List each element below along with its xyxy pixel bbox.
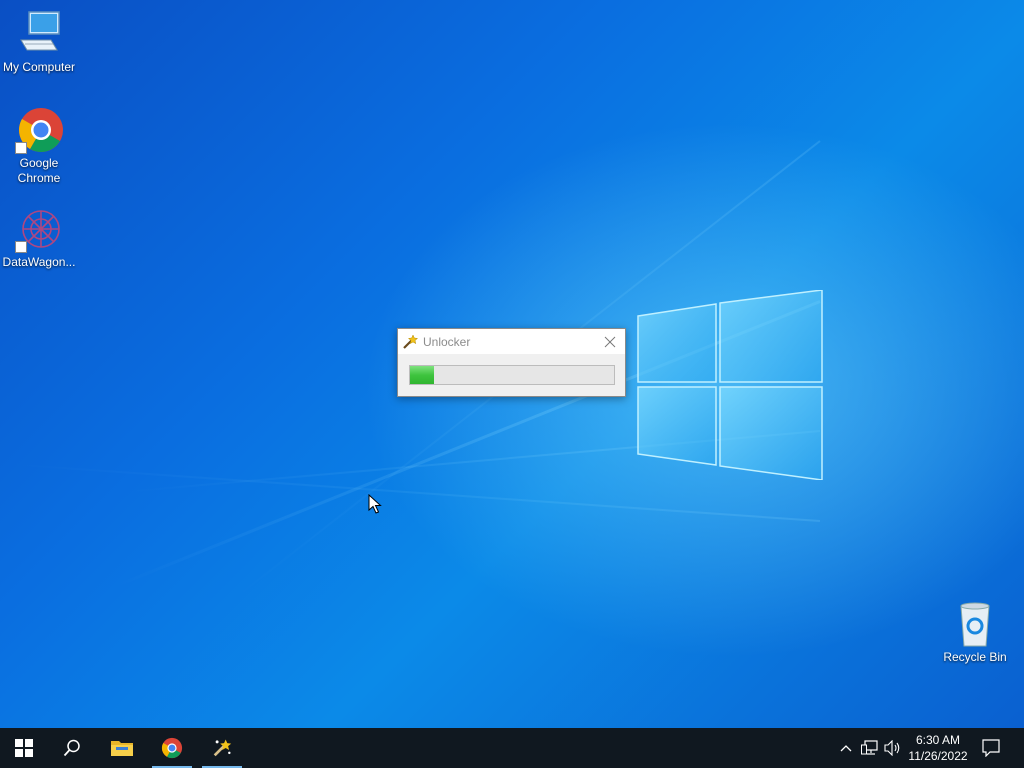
desktop-icon-my-computer[interactable]: My Computer: [0, 10, 78, 75]
progress-bar: [409, 365, 615, 385]
clock-time: 6:30 AM: [915, 733, 961, 747]
desktop-icon-datawagon[interactable]: DataWagon...: [0, 205, 78, 270]
close-icon: [604, 336, 616, 347]
chrome-icon: [15, 106, 63, 154]
close-button[interactable]: [595, 329, 625, 354]
clock-date: 11/26/2022: [908, 749, 968, 763]
taskbar-clock[interactable]: 6:30 AM 11/26/2022: [904, 732, 972, 764]
magic-wand-icon: [403, 333, 419, 349]
show-hidden-icons-button[interactable]: [836, 738, 856, 758]
datawagon-icon: [15, 205, 63, 253]
windows-logo-wallpaper: [637, 290, 823, 480]
desktop-icon-label: My Computer: [2, 60, 76, 74]
network-icon: [861, 740, 878, 755]
shortcut-arrow-icon: [15, 142, 27, 154]
file-explorer-icon: [111, 741, 133, 756]
desktop-icon-label: Recycle Bin: [943, 650, 1007, 664]
unlocker-dialog: Unlocker: [397, 328, 626, 397]
search-button[interactable]: [48, 728, 96, 768]
chrome-icon: [161, 737, 183, 759]
progress-bar-fill: [410, 366, 435, 384]
notification-center-button[interactable]: [981, 738, 1001, 758]
taskbar: 6:30 AM 11/26/2022: [0, 728, 1024, 768]
notification-icon: [982, 739, 1000, 757]
search-icon: [63, 739, 80, 757]
mouse-cursor-icon: [368, 494, 382, 514]
desktop-icon-recycle-bin[interactable]: Recycle Bin: [936, 600, 1014, 665]
file-explorer-button[interactable]: [98, 728, 146, 768]
windows-start-icon: [15, 739, 33, 757]
desktop[interactable]: My Computer Google Chrome DataWagon... R…: [0, 0, 1024, 728]
chrome-taskbar-button[interactable]: [148, 728, 196, 768]
desktop-icon-label: DataWagon...: [2, 255, 76, 269]
desktop-icon-label: Google Chrome: [17, 156, 61, 185]
desktop-icon-google-chrome[interactable]: Google Chrome: [0, 106, 78, 186]
start-button[interactable]: [0, 728, 48, 768]
unlocker-taskbar-button[interactable]: [198, 728, 246, 768]
dialog-title: Unlocker: [423, 334, 471, 349]
unlocker-icon: [213, 739, 232, 757]
chevron-up-icon: [840, 745, 852, 752]
volume-button[interactable]: [883, 738, 903, 758]
dialog-titlebar[interactable]: Unlocker: [398, 329, 625, 354]
recycle-bin-icon: [951, 600, 999, 648]
shortcut-arrow-icon: [15, 241, 27, 253]
volume-icon: [884, 740, 900, 756]
network-button[interactable]: [860, 738, 880, 758]
computer-icon: [15, 10, 63, 58]
